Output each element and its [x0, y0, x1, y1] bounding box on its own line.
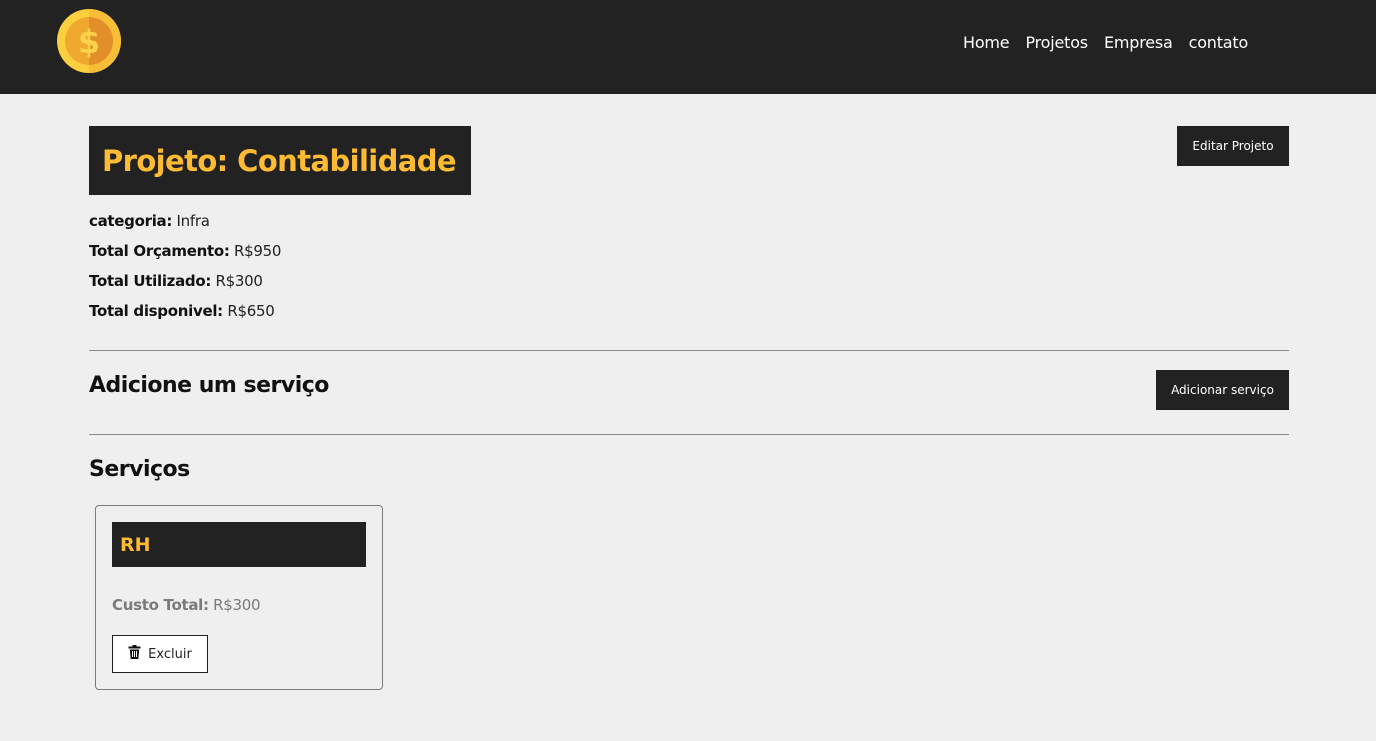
trash-icon: [128, 645, 141, 663]
budget-value: R$950: [234, 242, 282, 260]
dollar-coin-icon[interactable]: $: [57, 9, 121, 73]
project-title: Projeto: Contabilidade: [102, 143, 457, 178]
main-nav: Home Projetos Empresa contato: [963, 33, 1248, 52]
used-value: R$300: [215, 272, 263, 290]
budget-label: Total Orçamento:: [89, 242, 230, 260]
service-card-header: RH: [112, 522, 366, 567]
edit-project-button[interactable]: Editar Projeto: [1177, 126, 1289, 166]
nav-link-empresa[interactable]: Empresa: [1104, 33, 1173, 52]
nav-link-home[interactable]: Home: [963, 33, 1010, 52]
project-available: Total disponivel: R$650: [89, 302, 275, 320]
project-used: Total Utilizado: R$300: [89, 272, 263, 290]
nav-link-projetos[interactable]: Projetos: [1025, 33, 1088, 52]
available-value: R$650: [227, 302, 275, 320]
category-label: categoria:: [89, 212, 173, 230]
delete-service-button[interactable]: Excluir: [112, 635, 208, 673]
divider: [89, 350, 1289, 351]
svg-text:$: $: [78, 23, 100, 61]
add-service-button[interactable]: Adicionar serviço: [1156, 370, 1289, 410]
project-title-box: Projeto: Contabilidade: [89, 126, 471, 195]
services-title: Serviços: [89, 457, 190, 482]
service-cost-value: R$300: [213, 596, 261, 614]
used-label: Total Utilizado:: [89, 272, 212, 290]
category-value: Infra: [176, 212, 210, 230]
service-cost: Custo Total: R$300: [112, 596, 261, 614]
available-label: Total disponivel:: [89, 302, 223, 320]
project-category: categoria: Infra: [89, 212, 210, 230]
add-service-title: Adicione um serviço: [89, 373, 329, 398]
service-cost-label: Custo Total:: [112, 596, 209, 614]
divider: [89, 434, 1289, 435]
service-card: RH Custo Total: R$300 Excluir: [95, 505, 383, 690]
project-budget: Total Orçamento: R$950: [89, 242, 281, 260]
service-name: RH: [120, 533, 151, 556]
delete-label: Excluir: [148, 646, 192, 662]
navbar: $ Home Projetos Empresa contato: [0, 0, 1376, 94]
nav-link-contato[interactable]: contato: [1189, 33, 1249, 52]
